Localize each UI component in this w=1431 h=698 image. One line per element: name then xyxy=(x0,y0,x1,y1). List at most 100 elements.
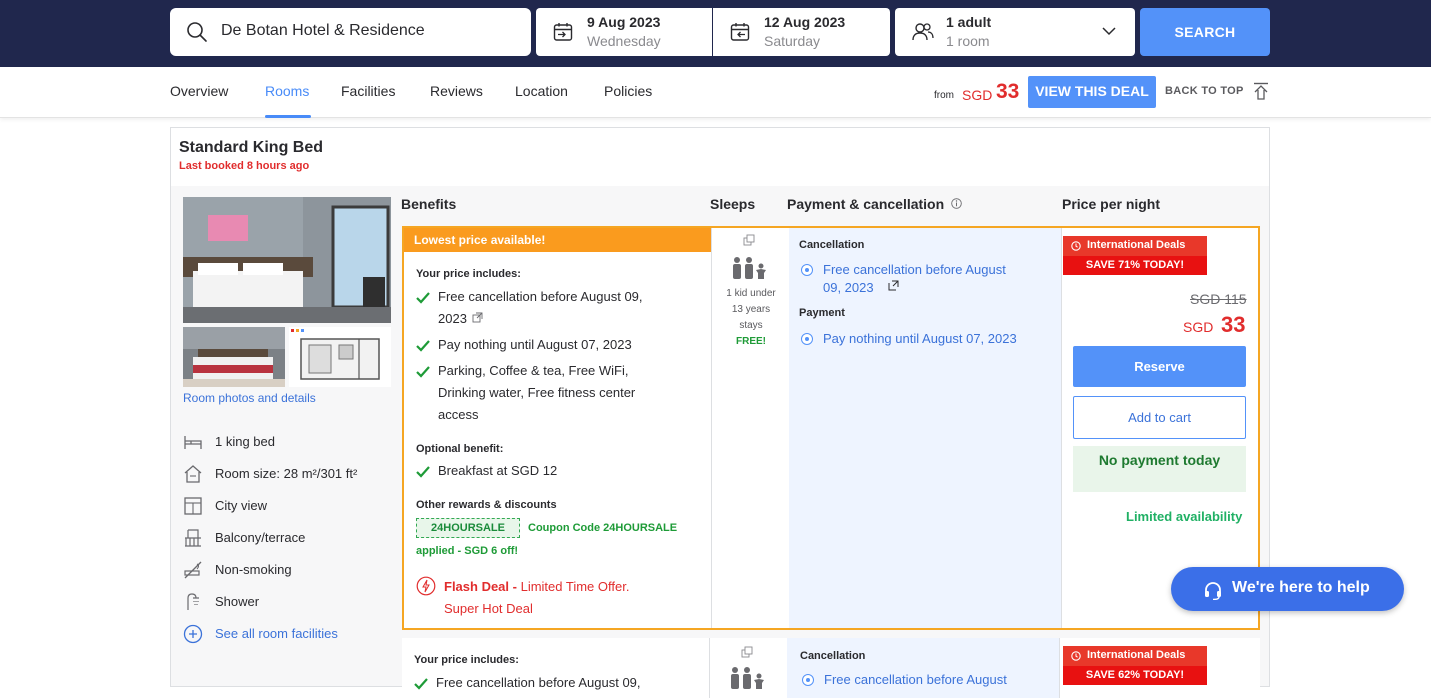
coupon-applied-text: Coupon Code 24HOURSALE xyxy=(528,522,678,534)
tab-location[interactable]: Location xyxy=(515,83,568,99)
check-icon xyxy=(416,466,430,478)
col-benefits: Benefits xyxy=(401,196,457,212)
room-card-header: Standard King Bed Last booked 8 hours ag… xyxy=(171,128,1269,186)
occupancy-icon xyxy=(731,667,764,689)
cancellation-option[interactable]: Free cancellation before August 09, 2023 xyxy=(823,261,1006,297)
benefit-free-cancellation-line1: Free cancellation before August 09, xyxy=(438,289,643,304)
benefit-free-cancellation: Free cancellation before August 09, 2023 xyxy=(438,286,643,330)
calendar-in-icon xyxy=(553,23,573,41)
price-currency: SGD xyxy=(1183,319,1214,335)
no-payment-today-notice: No payment today xyxy=(1073,446,1246,492)
expand-icon[interactable] xyxy=(743,234,755,246)
payment-option[interactable]: Pay nothing until August 07, 2023 xyxy=(823,330,1017,348)
benefit-amenities-line1: Parking, Coffee & tea, Free WiFi, xyxy=(438,363,629,378)
col-price: Price per night xyxy=(1062,196,1161,212)
view-this-deal-button[interactable]: VIEW THIS DEAL xyxy=(1028,76,1156,108)
benefit-free-cancellation-line2: 2023 xyxy=(438,311,467,326)
room-photos-link[interactable]: Room photos and details xyxy=(183,391,316,405)
flash-deal-line2: Super Hot Deal xyxy=(444,601,533,616)
cancellation-option[interactable]: Free cancellation before August xyxy=(824,671,1007,689)
bed-icon xyxy=(184,436,202,449)
checkin-day: Wednesday xyxy=(587,33,661,49)
optional-breakfast: Breakfast at SGD 12 xyxy=(438,463,558,478)
info-icon[interactable] xyxy=(951,198,962,209)
last-booked-notice: Last booked 8 hours ago xyxy=(179,160,310,172)
limited-availability: Limited availability xyxy=(1126,509,1243,524)
house-size-icon xyxy=(184,465,202,483)
amenity-room-size: Room size: 28 m²/301 ft² xyxy=(215,466,358,481)
lowest-price-badge: Lowest price available! xyxy=(404,228,712,252)
arrow-up-icon[interactable] xyxy=(1253,82,1269,100)
payment-column: Cancellation Free cancellation before Au… xyxy=(789,228,1061,628)
flash-deal-label: Flash Deal - xyxy=(444,579,517,594)
price-includes-label: Your price includes: xyxy=(414,654,519,666)
reserve-button[interactable]: Reserve xyxy=(1073,346,1246,387)
room-floorplan-thumbnail[interactable] xyxy=(289,327,391,387)
benefit-amenities-line3: access xyxy=(438,407,479,422)
plus-circle-icon[interactable] xyxy=(183,624,203,644)
guests-selector[interactable]: 1 adult 1 room xyxy=(895,8,1135,56)
rewards-label: Other rewards & discounts xyxy=(416,499,557,511)
external-link-icon[interactable] xyxy=(472,312,483,323)
sleeps-kid-policy: 1 kid under 13 years stays FREE! xyxy=(714,286,788,350)
balcony-icon xyxy=(185,529,201,547)
payment-column: Cancellation Free cancellation before Au… xyxy=(787,638,1059,698)
see-all-facilities-link[interactable]: See all room facilities xyxy=(215,626,338,641)
save-percent-badge: SAVE 71% TODAY! xyxy=(1063,256,1207,275)
guests-adults: 1 adult xyxy=(946,14,992,30)
from-label: from xyxy=(934,90,954,101)
column-divider xyxy=(711,228,712,628)
column-divider xyxy=(1061,228,1062,628)
room-offer: Your price includes: Free cancellation b… xyxy=(402,638,1260,698)
flash-deal-icon xyxy=(416,576,436,596)
cancellation-line2: 09, 2023 xyxy=(823,280,874,295)
optional-benefit-label: Optional benefit: xyxy=(416,443,504,455)
sleeps-free: FREE! xyxy=(736,336,766,347)
help-chat-button[interactable]: We're here to help xyxy=(1171,567,1404,611)
tab-rooms[interactable]: Rooms xyxy=(265,83,309,99)
from-price: 33 xyxy=(996,80,1020,103)
col-payment: Payment & cancellation xyxy=(787,196,945,212)
amenity-bed: 1 king bed xyxy=(215,434,275,449)
sleeps-line2: 13 years xyxy=(731,304,771,315)
check-icon xyxy=(416,292,430,304)
checkout-date-field[interactable]: 12 Aug 2023 Saturday xyxy=(713,8,890,56)
external-link-icon[interactable] xyxy=(888,280,899,291)
column-divider xyxy=(1059,638,1060,698)
benefit-included-amenities: Parking, Coffee & tea, Free WiFi, Drinki… xyxy=(438,360,635,426)
cancellation-radio[interactable] xyxy=(802,674,814,686)
price-per-night: 33 xyxy=(1221,312,1246,337)
checkin-date-field[interactable]: 9 Aug 2023 Wednesday xyxy=(536,8,712,56)
expand-icon[interactable] xyxy=(741,646,753,658)
tab-overview[interactable]: Overview xyxy=(170,83,228,99)
benefit-pay-nothing: Pay nothing until August 07, 2023 xyxy=(438,337,632,352)
hotel-search-input[interactable]: De Botan Hotel & Residence xyxy=(170,8,531,56)
no-smoking-icon xyxy=(184,561,202,579)
tab-facilities[interactable]: Facilities xyxy=(341,83,395,99)
price-includes-label: Your price includes: xyxy=(416,268,521,280)
clock-icon xyxy=(1071,651,1081,661)
guests-icon xyxy=(912,23,934,41)
checkin-date: 9 Aug 2023 xyxy=(587,14,661,30)
cancellation-radio[interactable] xyxy=(801,264,813,276)
room-main-photo[interactable] xyxy=(183,197,391,323)
amenity-shower: Shower xyxy=(215,594,260,609)
international-deals-badge: International Deals xyxy=(1063,646,1207,666)
shower-icon xyxy=(187,593,199,610)
tab-policies[interactable]: Policies xyxy=(604,83,652,99)
guests-rooms: 1 room xyxy=(946,33,990,49)
back-to-top-link[interactable]: BACK TO TOP xyxy=(1165,85,1244,97)
international-deals-label: International Deals xyxy=(1087,239,1186,251)
international-deals-badge: International Deals xyxy=(1063,236,1207,256)
column-divider xyxy=(709,638,710,698)
tab-reviews[interactable]: Reviews xyxy=(430,83,483,99)
room-thumbnail-1[interactable] xyxy=(183,327,285,387)
search-button[interactable]: SEARCH xyxy=(1140,8,1270,56)
add-to-cart-button[interactable]: Add to cart xyxy=(1073,396,1246,439)
benefit-amenities-line2: Drinking water, Free fitness center xyxy=(438,385,636,400)
payment-radio[interactable] xyxy=(801,333,813,345)
city-view-icon xyxy=(184,497,202,515)
international-deals-label: International Deals xyxy=(1087,649,1186,661)
room-title: Standard King Bed xyxy=(179,139,324,156)
amenity-city-view: City view xyxy=(215,498,268,513)
